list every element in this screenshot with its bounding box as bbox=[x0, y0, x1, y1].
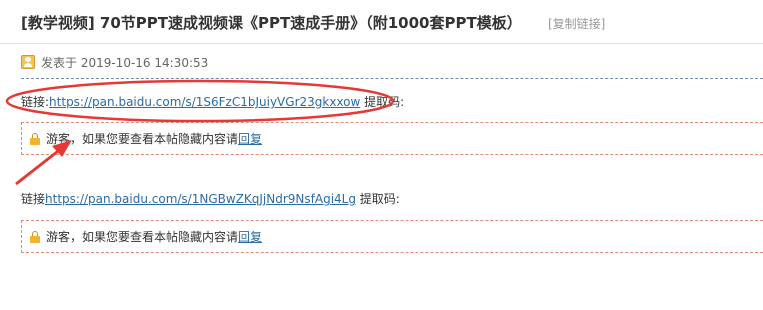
lock-icon bbox=[30, 132, 40, 145]
lock-icon bbox=[30, 230, 40, 243]
hidden-content-notice: 游客，如果您要查看本帖隐藏内容请回复 bbox=[46, 228, 262, 245]
download-link-line-1: 链接:https://pan.baidu.com/s/1S6FzC1bJuiyV… bbox=[21, 93, 404, 110]
reply-link[interactable]: 回复 bbox=[238, 230, 262, 244]
hidden-notice-text: 游客，如果您要查看本帖隐藏内容请 bbox=[46, 230, 239, 244]
post-meta: 发表于 2019-10-16 14:30:53 bbox=[21, 52, 208, 72]
hidden-notice-text: 游客，如果您要查看本帖隐藏内容请 bbox=[46, 132, 239, 146]
download-link-line-2: 链接https://pan.baidu.com/s/1NGBwZKqJjNdr9… bbox=[21, 190, 400, 207]
post-divider bbox=[21, 78, 763, 79]
author-icon bbox=[21, 55, 35, 69]
red-annotation-overlay bbox=[5, 79, 395, 186]
link-prefix: 链接: bbox=[21, 95, 50, 109]
reply-link[interactable]: 回复 bbox=[238, 132, 262, 146]
extract-code-label: 提取码: bbox=[360, 95, 405, 109]
download-link-1[interactable]: https://pan.baidu.com/s/1S6FzC1bJuiyVGr2… bbox=[49, 95, 360, 109]
thread-title: [教学视频] 70节PPT速成视频课《PPT速成手册》（附1000套PPT模板） bbox=[21, 14, 522, 32]
copy-link-button[interactable]: [复制链接] bbox=[548, 15, 605, 32]
hidden-content-notice: 游客，如果您要查看本帖隐藏内容请回复 bbox=[46, 130, 262, 147]
extract-code-label: 提取码: bbox=[355, 192, 400, 206]
hidden-content-box-1: 游客，如果您要查看本帖隐藏内容请回复 bbox=[21, 122, 763, 155]
download-link-2[interactable]: https://pan.baidu.com/s/1NGBwZKqJjNdr9Ns… bbox=[45, 192, 356, 206]
link-prefix: 链接 bbox=[21, 192, 46, 206]
hidden-content-box-2: 游客，如果您要查看本帖隐藏内容请回复 bbox=[21, 220, 763, 253]
post-time: 发表于 2019-10-16 14:30:53 bbox=[41, 55, 209, 70]
thread-header: [教学视频] 70节PPT速成视频课《PPT速成手册》（附1000套PPT模板）… bbox=[0, 0, 763, 44]
